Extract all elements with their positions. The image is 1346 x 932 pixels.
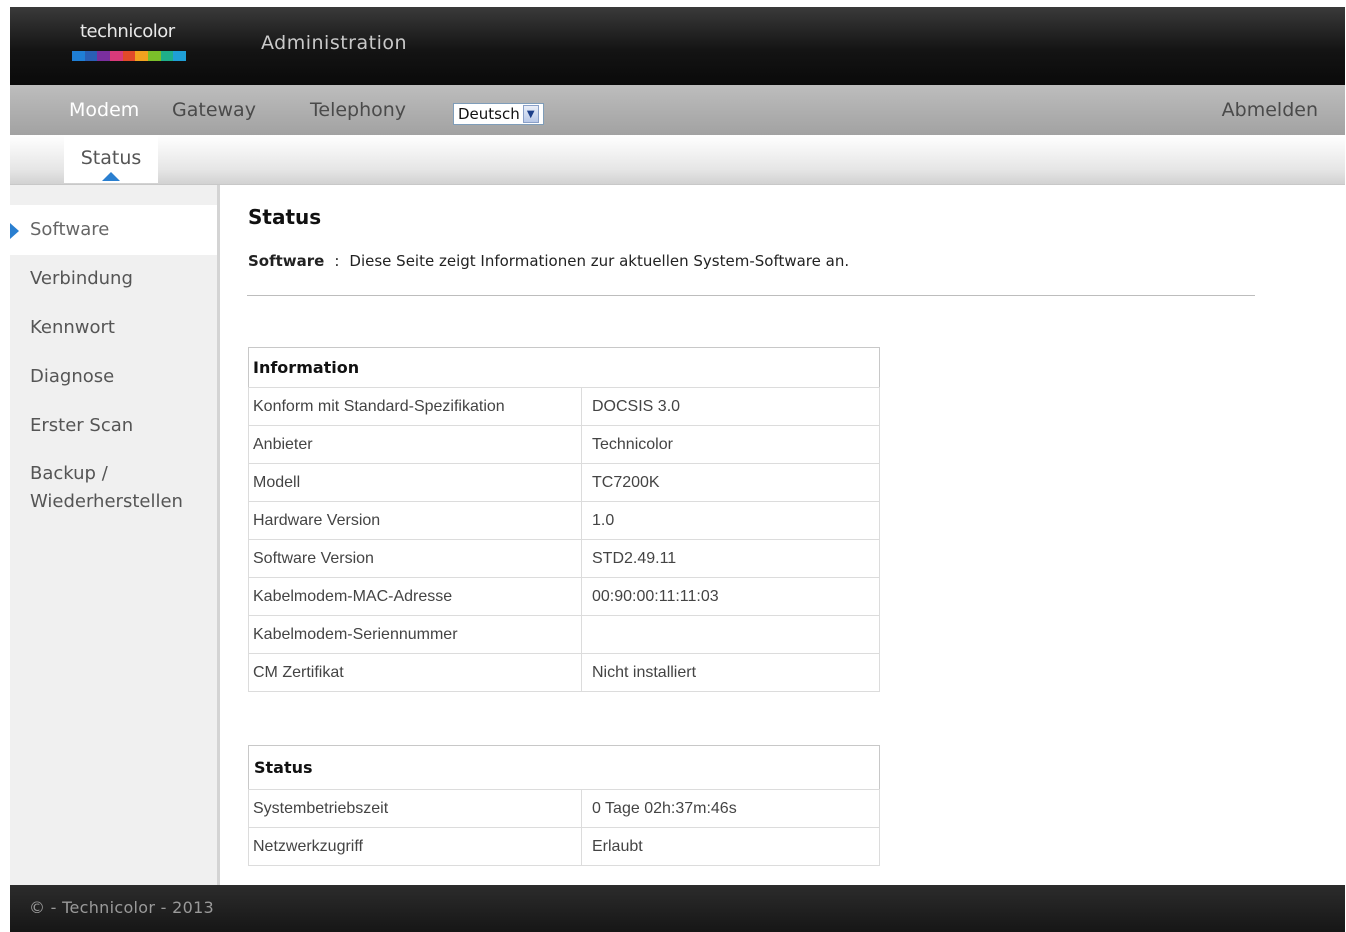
language-select[interactable]: Deutsch ▼ (453, 103, 544, 125)
app-frame: technicolor Administration Modem Gateway… (10, 7, 1345, 932)
table-row: Anbieter Technicolor (248, 425, 880, 464)
table-row: Systembetriebszeit 0 Tage 02h:37m:46s (248, 789, 880, 828)
logo-color-segment (97, 51, 111, 61)
main-nav: Modem Gateway Telephony Deutsch ▼ Abmeld… (10, 85, 1345, 135)
row-label: Kabelmodem-Seriennummer (248, 615, 582, 654)
table-header: Information (248, 347, 880, 388)
logo-color-segment (84, 51, 98, 61)
row-value: 0 Tage 02h:37m:46s (581, 789, 880, 828)
header: technicolor Administration (10, 7, 1345, 85)
footer: © - Technicolor - 2013 (10, 885, 1345, 932)
sidebar-item-kennwort[interactable]: Kennwort (10, 314, 217, 342)
table-row: Software Version STD2.49.11 (248, 539, 880, 578)
row-label: CM Zertifikat (248, 653, 582, 692)
sidebar-item-label: Software (30, 219, 110, 240)
row-label: Modell (248, 463, 582, 502)
logo-color-segment (110, 51, 123, 61)
active-item-caret-icon (10, 223, 19, 239)
logo-color-segment (122, 51, 136, 61)
sidebar-item-software[interactable]: Software (10, 205, 217, 255)
logo-color-segment (135, 51, 149, 61)
sidebar-item-backup[interactable]: Backup / Wiederherstellen (10, 460, 217, 516)
row-value: Technicolor (581, 425, 880, 464)
status-table: Status Systembetriebszeit 0 Tage 02h:37m:… (248, 745, 880, 866)
row-value: TC7200K (581, 463, 880, 502)
row-value: Nicht installiert (581, 653, 880, 692)
logo-text: technicolor (80, 21, 175, 42)
row-label: Software Version (248, 539, 582, 578)
sidebar-item-erster-scan[interactable]: Erster Scan (10, 412, 217, 440)
logo-color-segment (160, 51, 174, 61)
sidebar-item-label: Wiederherstellen (30, 491, 183, 512)
row-value (581, 615, 880, 654)
row-value: Erlaubt (581, 827, 880, 866)
divider (247, 295, 1255, 296)
row-label: Anbieter (248, 425, 582, 464)
logo-color-segment (173, 51, 187, 61)
row-label: Systembetriebszeit (248, 789, 582, 828)
chevron-down-icon[interactable]: ▼ (522, 105, 539, 123)
app-title: Administration (261, 32, 408, 54)
sub-nav: Status (10, 135, 1345, 185)
table-row: Hardware Version 1.0 (248, 501, 880, 540)
logo-color-bar (72, 51, 187, 61)
logo-color-segment (148, 51, 161, 61)
row-value: STD2.49.11 (581, 539, 880, 578)
page-title: Status (248, 205, 322, 229)
description-label: Software (248, 252, 325, 270)
active-tab-caret-icon (102, 172, 120, 181)
sidebar: Software Verbindung Kennwort Diagnose Er… (10, 185, 220, 885)
table-row: Netzwerkzugriff Erlaubt (248, 827, 880, 866)
row-label: Konform mit Standard-Spezifikation (248, 387, 582, 426)
language-select-value: Deutsch (458, 105, 520, 123)
logout-link[interactable]: Abmelden (1222, 99, 1318, 121)
description-text: Diese Seite zeigt Informationen zur aktu… (349, 252, 850, 270)
sidebar-item-verbindung[interactable]: Verbindung (10, 265, 217, 293)
sidebar-item-label: Backup / (30, 463, 108, 484)
nav-item-gateway[interactable]: Gateway (172, 99, 256, 121)
row-value: 00:90:00:11:11:03 (581, 577, 880, 616)
row-label: Netzwerkzugriff (248, 827, 582, 866)
row-value: DOCSIS 3.0 (581, 387, 880, 426)
row-value: 1.0 (581, 501, 880, 540)
table-row: Modell TC7200K (248, 463, 880, 502)
sidebar-item-diagnose[interactable]: Diagnose (10, 363, 217, 391)
table-row: Kabelmodem-Seriennummer (248, 615, 880, 654)
technicolor-logo: technicolor (72, 21, 192, 71)
table-header: Status (248, 745, 880, 790)
logo-color-segment (72, 51, 85, 61)
table-row: Kabelmodem-MAC-Adresse 00:90:00:11:11:03 (248, 577, 880, 616)
table-row: Konform mit Standard-Spezifikation DOCSIS… (248, 387, 880, 426)
information-table: Information Konform mit Standard-Spezifi… (248, 347, 880, 692)
page-description: Software: Diese Seite zeigt Informationen… (248, 252, 849, 270)
row-label: Kabelmodem-MAC-Adresse (248, 577, 582, 616)
nav-item-telephony[interactable]: Telephony (310, 99, 406, 121)
description-separator: : (334, 252, 340, 270)
copyright-text: © - Technicolor - 2013 (29, 898, 215, 917)
nav-item-modem[interactable]: Modem (69, 99, 139, 121)
table-row: CM Zertifikat Nicht installiert (248, 653, 880, 692)
row-label: Hardware Version (248, 501, 582, 540)
